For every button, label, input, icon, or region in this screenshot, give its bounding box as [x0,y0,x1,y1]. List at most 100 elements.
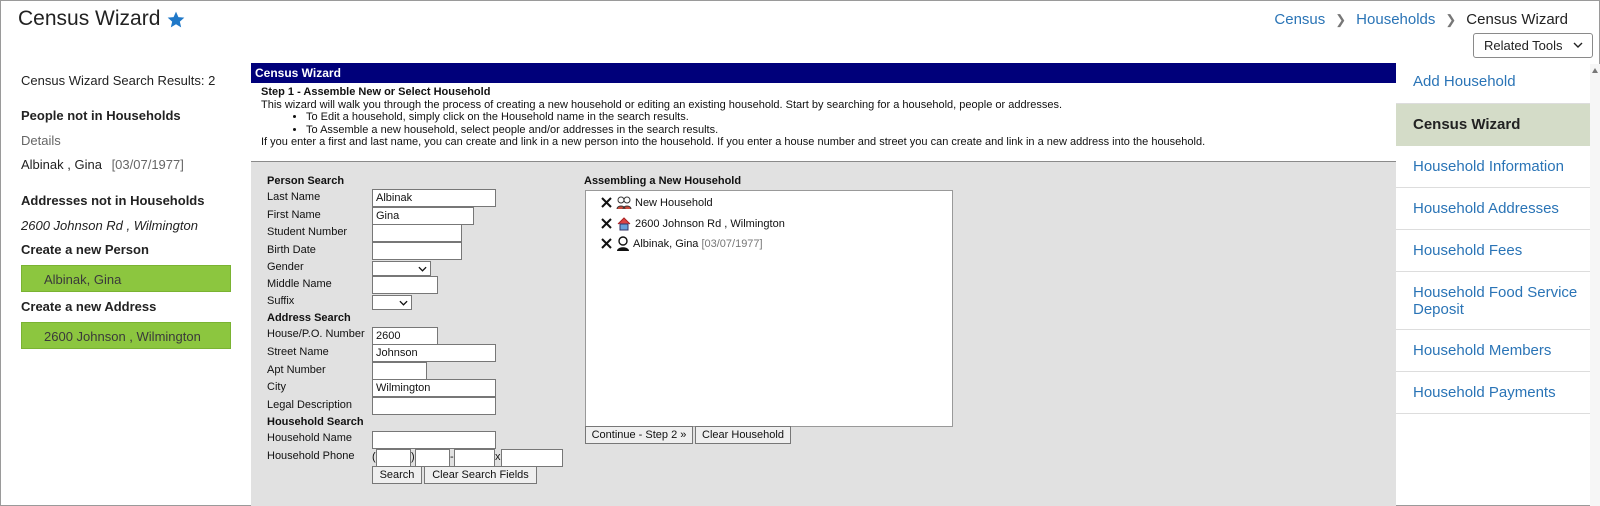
breadcrumb-separator-icon: ❯ [1445,11,1457,27]
phone-prefix-input[interactable] [415,449,450,467]
house-icon [617,217,631,231]
student-number-label: Student Number [267,226,348,238]
create-person-button[interactable]: Albinak, Gina [21,265,231,292]
phone-line-input[interactable] [454,449,495,467]
nav-household-food-service-deposit[interactable]: Household Food Service Deposit [1396,272,1590,330]
intro-bullets: To Edit a household, simply click on the… [261,111,1205,136]
household-item-label: New Household [635,196,713,209]
first-name-label: First Name [267,209,321,221]
create-person-heading: Create a new Person [21,242,149,257]
person-result-name: Albinak , Gina [21,157,102,172]
person-item-date: [03/07/1977] [701,237,763,250]
street-name-input[interactable]: Johnson [372,344,496,362]
intro-text: This wizard will walk you through the pr… [261,98,1063,111]
city-input[interactable]: Wilmington [372,379,496,397]
suffix-label: Suffix [267,295,295,307]
address-result[interactable]: 2600 Johnson Rd , Wilmington [21,218,198,233]
search-results-pane: Census Wizard Search Results: 2 People n… [0,64,251,506]
intro-bullet: To Edit a household, simply click on the… [306,111,1205,124]
remove-x-icon[interactable] [600,196,613,209]
scrollbar[interactable] [1590,64,1600,506]
phone-ext-input[interactable] [501,449,563,467]
household-phone-label: Household Phone [267,450,355,462]
step-title: Step 1 - Assemble New or Select Househol… [261,86,491,98]
wizard-titlebar: Census Wizard [251,63,1396,83]
breadcrumb: Census ❯ Households ❯ Census Wizard [1274,11,1568,28]
search-form-area: Person Search Last Name Albinak First Na… [251,162,1396,506]
house-number-label: House/P.O. Number [267,328,365,340]
household-name-input[interactable] [372,431,496,449]
results-count: Census Wizard Search Results: 2 [21,73,216,88]
legal-description-input[interactable] [372,397,496,415]
suffix-select[interactable] [372,295,412,310]
last-name-label: Last Name [267,191,321,203]
remove-x-icon[interactable] [600,217,613,230]
address-item[interactable]: 2600 Johnson Rd , Wilmington [600,216,785,231]
breadcrumb-current: Census Wizard [1466,11,1568,28]
intro-note: If you enter a first and last name, you … [261,136,1206,148]
breadcrumb-households[interactable]: Households [1356,11,1435,28]
create-address-heading: Create a new Address [21,299,157,314]
first-name-input[interactable]: Gina [372,207,474,225]
nav-household-payments[interactable]: Household Payments [1396,372,1590,414]
nav-household-members[interactable]: Household Members [1396,330,1590,372]
wizard-panel: Census Wizard Step 1 - Assemble New or S… [251,63,1396,506]
household-search-heading: Household Search [267,416,364,428]
favorite-star-icon[interactable] [166,10,186,30]
remove-x-icon[interactable] [600,237,613,250]
nav-add-household[interactable]: Add Household [1396,64,1590,104]
search-button[interactable]: Search [372,466,422,484]
birth-date-label: Birth Date [267,244,316,256]
person-search-heading: Person Search [267,175,345,187]
address-item-label: 2600 Johnson Rd , Wilmington [635,217,785,230]
scroll-up-icon[interactable] [1592,68,1598,73]
middle-name-input[interactable] [372,276,438,294]
phone-area-input[interactable] [376,449,411,467]
birth-date-input[interactable] [372,242,462,260]
last-name-input[interactable]: Albinak [372,189,496,207]
gender-label: Gender [267,261,304,273]
person-result-date: [03/07/1977] [111,157,184,172]
phone-ext-marker: x [495,451,501,463]
chevron-down-icon [1573,42,1583,48]
street-name-label: Street Name [267,346,329,358]
chevron-down-icon [418,266,427,272]
address-search-heading: Address Search [267,312,351,324]
household-icon [616,196,632,210]
student-number-input[interactable] [372,224,462,242]
person-result[interactable]: Albinak , Gina [03/07/1977] [21,157,184,172]
household-name-label: Household Name [267,432,352,444]
create-address-button[interactable]: 2600 Johnson , Wilmington [21,322,231,349]
clear-search-fields-button[interactable]: Clear Search Fields [424,466,537,484]
page-title: Census Wizard [18,7,161,30]
apt-number-input[interactable] [372,362,427,380]
nav-household-information[interactable]: Household Information [1396,146,1590,188]
people-heading: People not in Households [21,108,181,123]
related-tools-label: Related Tools [1484,38,1563,53]
continue-step-2-button[interactable]: Continue - Step 2 » [585,426,693,444]
person-icon [617,236,629,251]
person-item[interactable]: Albinak, Gina [03/07/1977] [600,236,763,251]
apt-number-label: Apt Number [267,364,326,376]
related-tools-button[interactable]: Related Tools [1473,33,1593,58]
person-item-label: Albinak, Gina [633,237,699,250]
breadcrumb-census[interactable]: Census [1274,11,1325,28]
middle-name-label: Middle Name [267,278,332,290]
city-label: City [267,381,286,393]
nav-household-fees[interactable]: Household Fees [1396,230,1590,272]
assembling-heading: Assembling a New Household [584,175,742,187]
nav-census-wizard[interactable]: Census Wizard [1396,104,1590,146]
household-item[interactable]: New Household [600,195,713,210]
intro-bullet: To Assemble a new household, select peop… [306,124,1205,137]
gender-select[interactable] [372,261,431,276]
house-number-input[interactable]: 2600 [372,327,438,345]
breadcrumb-separator-icon: ❯ [1335,11,1347,27]
details-link[interactable]: Details [21,133,61,148]
nav-household-addresses[interactable]: Household Addresses [1396,188,1590,230]
chevron-down-icon [399,300,408,306]
legal-description-label: Legal Description [267,399,352,411]
clear-household-button[interactable]: Clear Household [695,426,791,444]
wizard-intro: Step 1 - Assemble New or Select Househol… [261,86,1205,149]
addresses-heading: Addresses not in Households [21,193,205,208]
household-assembly-box: New Household 2600 Johnson Rd , Wilmingt… [585,190,953,427]
